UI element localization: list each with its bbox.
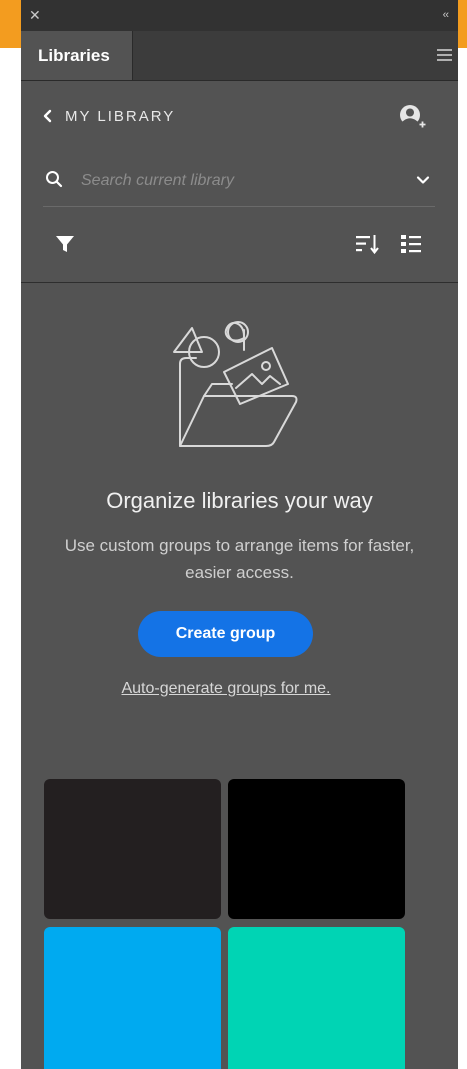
chevron-left-icon	[43, 109, 52, 123]
color-swatch[interactable]	[228, 927, 405, 1069]
canvas-edge	[458, 48, 467, 1069]
search-icon	[46, 171, 63, 188]
hamburger-menu-icon[interactable]	[437, 49, 452, 61]
search-bar	[43, 160, 435, 207]
libraries-panel: ✕ ‹‹ Libraries MY LIBRARY Search current…	[21, 0, 458, 1069]
double-chevron-left-icon[interactable]: ‹‹	[443, 8, 449, 22]
panel-tabbar: Libraries	[21, 31, 458, 81]
color-swatch[interactable]	[44, 927, 221, 1069]
close-icon[interactable]: ✕	[29, 8, 43, 22]
empty-state-title: Organize libraries your way	[106, 488, 373, 513]
library-name-label: MY LIBRARY	[65, 107, 176, 125]
back-to-my-library[interactable]: MY LIBRARY	[41, 102, 175, 130]
sort-icon[interactable]	[355, 233, 379, 255]
folder-assets-illustration-icon	[173, 321, 298, 447]
empty-state-description: Use custom groups to arrange items for f…	[64, 536, 415, 582]
invite-user-icon[interactable]	[397, 102, 429, 132]
color-swatch[interactable]	[228, 779, 405, 919]
list-view-icon[interactable]	[400, 233, 422, 255]
auto-generate-groups-link[interactable]: Auto-generate groups for me.	[21, 680, 431, 698]
create-group-button[interactable]: Create group	[138, 611, 313, 657]
chevron-down-icon[interactable]	[415, 172, 431, 188]
tab-libraries[interactable]: Libraries	[21, 31, 133, 80]
filter-icon[interactable]	[55, 234, 75, 254]
color-swatch[interactable]	[44, 779, 221, 919]
search-input[interactable]	[79, 166, 393, 196]
toolbar-divider	[21, 282, 458, 283]
panel-titlebar: ✕ ‹‹	[21, 0, 458, 31]
